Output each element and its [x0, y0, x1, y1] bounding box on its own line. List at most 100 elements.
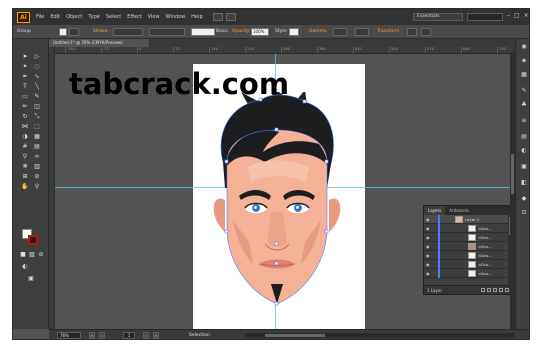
column-graph-tool-icon[interactable]: ▥: [33, 163, 41, 171]
curvature-tool-icon[interactable]: ∿: [33, 73, 41, 81]
visibility-eye-icon[interactable]: ◉: [426, 253, 432, 258]
menu-object[interactable]: Object: [66, 14, 82, 20]
visibility-eye-icon[interactable]: ◉: [426, 271, 432, 276]
close-button[interactable]: ×: [524, 12, 529, 19]
color-guide-panel-icon[interactable]: ◈: [520, 57, 528, 65]
visibility-eye-icon[interactable]: ◉: [426, 217, 432, 222]
gradient-mode-icon[interactable]: ▨: [28, 251, 36, 259]
fill-dropdown[interactable]: [69, 28, 79, 36]
previous-artboard-button[interactable]: ‹: [99, 332, 105, 339]
layer-row[interactable]: ◉ Layer 1: [424, 215, 508, 224]
horizontal-scrollbar[interactable]: [245, 333, 515, 338]
rectangle-tool-icon[interactable]: ▭: [21, 93, 29, 101]
vertical-scrollbar[interactable]: [510, 54, 515, 329]
bridge-icon[interactable]: [212, 13, 223, 21]
layer-row[interactable]: ◉ <Gro...: [424, 224, 508, 233]
sublayer-name[interactable]: <Gro...: [478, 244, 491, 249]
horizontal-scroll-thumb[interactable]: [265, 334, 325, 337]
document-setup-link[interactable]: Gamma: [309, 29, 327, 34]
layer-row[interactable]: ◉ <Gro...: [424, 260, 508, 269]
screen-mode-icon[interactable]: ▣: [27, 275, 35, 283]
zoom-tool-icon[interactable]: ⚲: [33, 183, 41, 191]
graphic-style-swatch[interactable]: [289, 28, 299, 36]
layer-row[interactable]: ◉ <Gro...: [424, 242, 508, 251]
menu-help[interactable]: Help: [191, 14, 202, 20]
layers-panel-icon[interactable]: ◆: [520, 195, 528, 203]
menu-effect[interactable]: Effect: [127, 14, 141, 20]
workspace-switcher[interactable]: Essentials: [413, 13, 463, 21]
stroke-panel-icon[interactable]: ≡: [520, 117, 528, 125]
mesh-tool-icon[interactable]: #: [21, 143, 29, 151]
visibility-eye-icon[interactable]: ◉: [426, 262, 432, 267]
rotate-tool-icon[interactable]: ↻: [21, 113, 29, 121]
layer-row[interactable]: ◉ <Gro...: [424, 269, 508, 278]
opacity-field[interactable]: 100%: [251, 28, 269, 36]
last-artboard-button[interactable]: »: [153, 332, 159, 339]
sublayer-name[interactable]: <Gro...: [478, 235, 491, 240]
perspective-grid-tool-icon[interactable]: ▦: [33, 133, 41, 141]
layer-row[interactable]: ◉ <Gro...: [424, 233, 508, 242]
symbol-sprayer-tool-icon[interactable]: ❋: [21, 163, 29, 171]
graphic-styles-panel-icon[interactable]: ◧: [520, 179, 528, 187]
visibility-eye-icon[interactable]: ◉: [426, 235, 432, 240]
sublayer-name[interactable]: <Gro...: [478, 262, 491, 267]
sublayer-name[interactable]: <Gro...: [478, 226, 491, 231]
tab-artboards[interactable]: Artboards: [445, 206, 473, 215]
delete-layer-icon[interactable]: [505, 288, 509, 292]
direct-selection-tool-icon[interactable]: ▷: [33, 53, 41, 61]
make-clipping-mask-icon[interactable]: [487, 288, 491, 292]
isolate-button[interactable]: [407, 28, 417, 36]
new-layer-icon[interactable]: [499, 288, 503, 292]
line-tool-icon[interactable]: ╲: [33, 83, 41, 91]
brushes-panel-icon[interactable]: ✎: [520, 87, 528, 95]
menu-window[interactable]: Window: [166, 14, 186, 20]
hand-tool-icon[interactable]: ✋: [21, 183, 29, 191]
appearance-panel-icon[interactable]: ▣: [520, 163, 528, 171]
zoom-level-field[interactable]: 76%: [57, 332, 81, 339]
stroke-weight-field[interactable]: [113, 28, 143, 36]
color-mode-icon[interactable]: ■: [19, 251, 27, 259]
menu-type[interactable]: Type: [88, 14, 99, 20]
tab-layers[interactable]: Layers: [424, 206, 446, 215]
minimize-button[interactable]: –: [507, 12, 510, 19]
gradient-panel-icon[interactable]: ▤: [520, 133, 528, 141]
recolor-button[interactable]: [333, 28, 347, 36]
locate-object-icon[interactable]: [481, 288, 485, 292]
symbols-panel-icon[interactable]: ♣: [520, 101, 528, 109]
transform-link[interactable]: Transform: [377, 29, 399, 34]
next-artboard-button[interactable]: ›: [143, 332, 149, 339]
blend-tool-icon[interactable]: ∞: [33, 153, 41, 161]
paintbrush-tool-icon[interactable]: ✎: [33, 93, 41, 101]
width-tool-icon[interactable]: ⋈: [21, 123, 29, 131]
menu-edit[interactable]: Edit: [50, 14, 60, 20]
menu-select[interactable]: Select: [106, 14, 121, 20]
stroke-label[interactable]: Stroke:: [93, 29, 109, 34]
menu-options-button[interactable]: [421, 28, 431, 36]
layer-row[interactable]: ◉ <Gro...: [424, 251, 508, 260]
fill-swatch[interactable]: [59, 28, 67, 36]
free-transform-tool-icon[interactable]: ⬚: [33, 123, 41, 131]
menu-file[interactable]: File: [36, 14, 44, 20]
face-illustration[interactable]: [201, 92, 351, 324]
scale-tool-icon[interactable]: ⤡: [33, 113, 41, 121]
first-artboard-button[interactable]: «: [89, 332, 95, 339]
gradient-tool-icon[interactable]: ▤: [33, 143, 41, 151]
swatches-panel-icon[interactable]: ▦: [520, 71, 528, 79]
stroke-color-swatch[interactable]: [28, 235, 38, 245]
pen-tool-icon[interactable]: ✒: [21, 73, 29, 81]
visibility-eye-icon[interactable]: ◉: [426, 226, 432, 231]
align-button[interactable]: [355, 28, 369, 36]
sublayer-name[interactable]: <Gro...: [478, 253, 491, 258]
layer-name[interactable]: Layer 1: [465, 217, 479, 222]
draw-mode-icon[interactable]: ◐: [21, 263, 29, 271]
shape-builder-tool-icon[interactable]: ◑: [21, 133, 29, 141]
menu-view[interactable]: View: [148, 14, 160, 20]
color-panel-icon[interactable]: ◉: [520, 43, 528, 51]
selection-tool-icon[interactable]: ➤: [21, 53, 29, 61]
new-sublayer-icon[interactable]: [493, 288, 497, 292]
type-tool-icon[interactable]: T: [21, 83, 29, 91]
eraser-tool-icon[interactable]: ◫: [33, 103, 41, 111]
opacity-label[interactable]: Opacity:: [232, 29, 251, 34]
variable-width-field[interactable]: [149, 28, 185, 36]
document-tab[interactable]: Untitled-1* @ 76% (CMYK/Preview): [49, 39, 149, 47]
